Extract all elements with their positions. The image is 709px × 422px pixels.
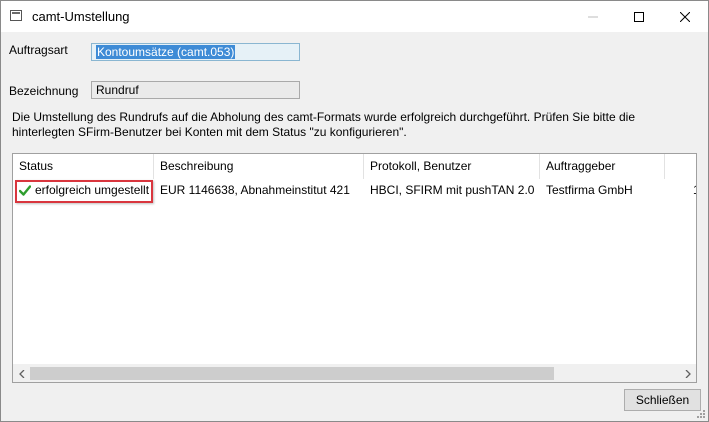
horizontal-scrollbar[interactable] bbox=[13, 364, 696, 382]
minimize-button[interactable] bbox=[570, 1, 616, 32]
bezeichnung-label: Bezeichnung bbox=[9, 84, 79, 98]
minimize-icon bbox=[588, 16, 598, 17]
highlight-frame bbox=[15, 180, 153, 203]
maximize-icon bbox=[634, 11, 644, 22]
camt-umstellung-dialog: camt-Umstellung Auftragsart Kontoumsätze… bbox=[0, 0, 709, 422]
chevron-right-icon bbox=[685, 369, 691, 378]
window-title: camt-Umstellung bbox=[32, 9, 130, 24]
column-header-beschreibung[interactable]: Beschreibung bbox=[154, 154, 364, 179]
resize-grip-icon[interactable] bbox=[696, 409, 706, 419]
close-window-button[interactable] bbox=[662, 1, 708, 32]
column-header-protokoll[interactable]: Protokoll, Benutzer bbox=[364, 154, 540, 179]
title-bar: camt-Umstellung bbox=[1, 1, 708, 32]
info-line-2: hinterlegten SFirm-Benutzer bei Konten m… bbox=[12, 125, 407, 139]
table-header: Status Beschreibung Protokoll, Benutzer … bbox=[13, 154, 696, 179]
auftraggeber-cell: Testfirma GmbH bbox=[546, 183, 633, 197]
info-line-1: Die Umstellung des Rundrufs auf die Abho… bbox=[12, 110, 635, 124]
extra-cell: 1 bbox=[687, 179, 696, 201]
maximize-button[interactable] bbox=[616, 1, 662, 32]
chevron-left-icon bbox=[18, 369, 24, 378]
auftragsart-value: Kontoumsätze (camt.053) bbox=[96, 45, 236, 59]
schliessen-button[interactable]: Schließen bbox=[624, 389, 701, 411]
auftragsart-field[interactable]: Kontoumsätze (camt.053) bbox=[91, 43, 300, 61]
result-table[interactable]: Status Beschreibung Protokoll, Benutzer … bbox=[12, 153, 697, 383]
info-message: Die Umstellung des Rundrufs auf die Abho… bbox=[12, 110, 672, 140]
scroll-left-button[interactable] bbox=[13, 365, 30, 382]
scroll-right-button[interactable] bbox=[679, 365, 696, 382]
beschreibung-cell: EUR 1146638, Abnahmeinstitut 421 bbox=[160, 183, 350, 197]
protokoll-cell: HBCI, SFIRM mit pushTAN 2.0 bbox=[370, 183, 535, 197]
column-header-status[interactable]: Status bbox=[13, 154, 154, 179]
bezeichnung-field[interactable]: Rundruf bbox=[91, 81, 300, 99]
close-icon bbox=[680, 11, 690, 22]
auftragsart-label: Auftragsart bbox=[9, 43, 68, 57]
scrollbar-thumb[interactable] bbox=[30, 367, 554, 380]
app-window-icon bbox=[10, 10, 22, 21]
column-header-auftraggeber[interactable]: Auftraggeber bbox=[540, 154, 665, 179]
